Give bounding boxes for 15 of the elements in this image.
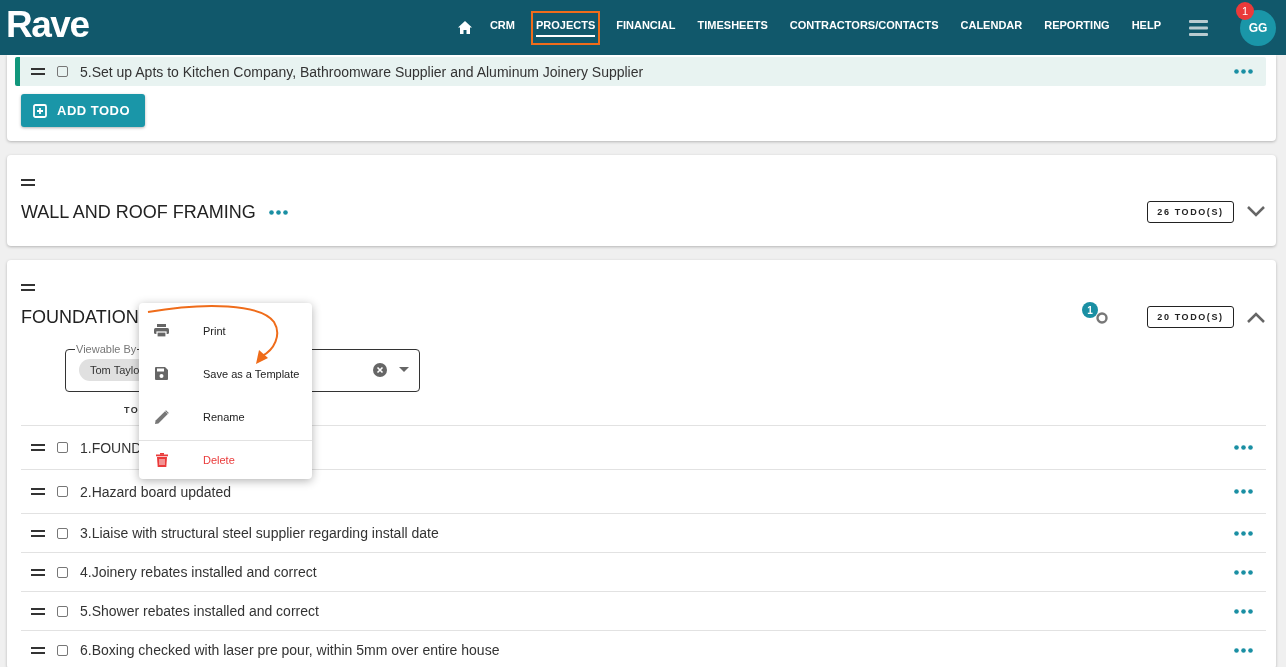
todo-text: 6.Boxing checked with laser pre pour, within 5mm over entire house [80,642,500,658]
notification-badge: 1 [1236,1,1254,20]
count-badge: 1 [1082,302,1098,318]
todo-count: 20 TODO(S) [1147,306,1234,328]
todo-count: 26 TODO(S) [1147,201,1234,223]
todo-text: 5.Shower rebates installed and correct [80,603,319,619]
column-header: TO [124,406,140,415]
group-title: FOUNDATION [21,306,139,328]
todo-text: 3.Liaise with structural steel supplier regarding install date [80,525,439,541]
group-title: WALL AND ROOF FRAMING [21,201,256,223]
field-label: Viewable By [75,343,138,355]
todo-text: 4.Joinery rebates installed and correct [80,564,317,580]
todo-text: 1.FOUND [80,439,142,456]
todo-text: 5.Set up Apts to Kitchen Company, Bathroomware Supplier and Aluminum Joinery Supplier [80,63,644,80]
todo-text: 2.Hazard board updated [80,483,231,500]
